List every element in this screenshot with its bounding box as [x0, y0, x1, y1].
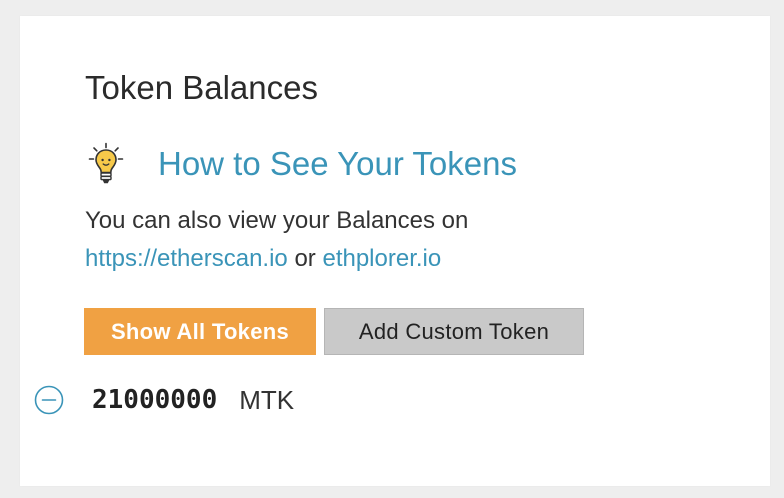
- help-row: How to See Your Tokens: [88, 142, 517, 186]
- how-to-see-tokens-link[interactable]: How to See Your Tokens: [158, 142, 517, 186]
- token-symbol: MTK: [239, 384, 295, 415]
- add-custom-token-button[interactable]: Add Custom Token: [324, 308, 584, 355]
- token-row: 21000000 MTK: [34, 380, 294, 420]
- panel-title: Token Balances: [85, 69, 318, 106]
- minus-circle-icon[interactable]: [34, 385, 64, 415]
- etherscan-link[interactable]: https://etherscan.io: [85, 245, 288, 272]
- ethplorer-link[interactable]: ethplorer.io: [322, 245, 441, 272]
- show-all-tokens-button[interactable]: Show All Tokens: [84, 308, 316, 355]
- balances-description: You can also view your Balances on https…: [85, 202, 468, 278]
- lightbulb-icon: [88, 142, 124, 184]
- token-amount: 21000000: [92, 385, 218, 415]
- or-text: or: [294, 245, 316, 272]
- description-text: You can also view your Balances on: [85, 207, 469, 234]
- token-actions: Show All Tokens Add Custom Token: [84, 308, 584, 355]
